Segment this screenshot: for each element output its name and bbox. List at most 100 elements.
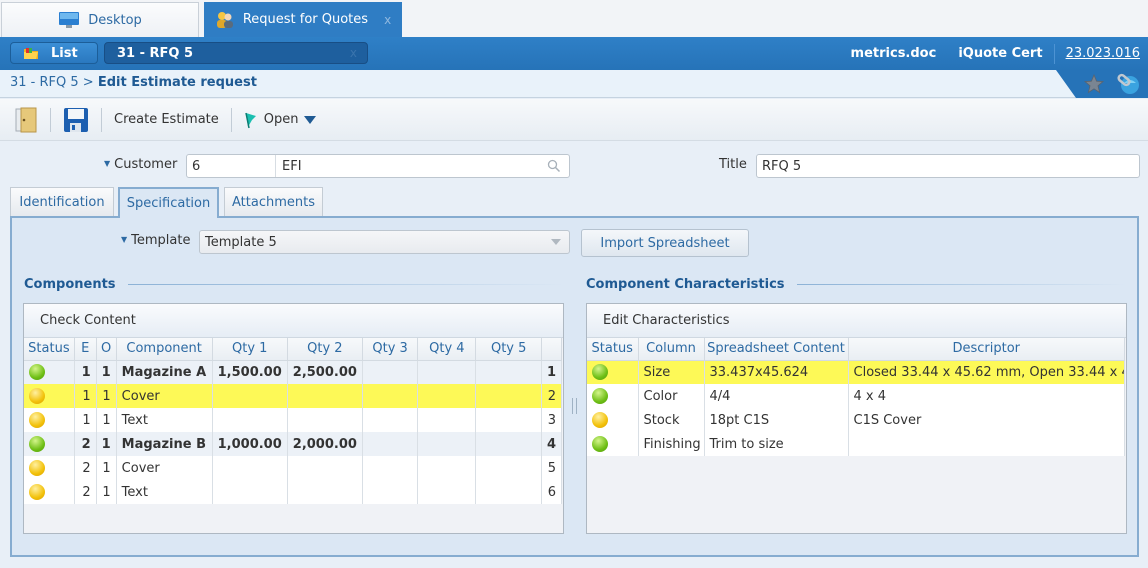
qty4-cell[interactable] xyxy=(417,456,477,480)
component-row[interactable]: 1 1 Magazine A 1,500.00 2,500.00 1 xyxy=(24,360,563,384)
qty5-cell[interactable] xyxy=(475,480,542,504)
column-cell[interactable]: Color xyxy=(638,384,705,408)
customer-field[interactable]: 6 EFI xyxy=(186,154,570,178)
e-cell[interactable]: 1 xyxy=(74,360,97,384)
row-index-cell[interactable]: 1 xyxy=(541,360,563,384)
characteristic-row[interactable]: Stock 18pt C1S C1S Cover xyxy=(587,408,1125,432)
col-qty3[interactable]: Qty 3 xyxy=(362,338,419,361)
descriptor-cell[interactable] xyxy=(848,432,1125,456)
spreadsheet-content-cell[interactable]: 33.437x45.624 xyxy=(704,360,849,384)
col-qty1[interactable]: Qty 1 xyxy=(212,338,288,361)
qty4-cell[interactable] xyxy=(417,408,477,432)
qty5-cell[interactable] xyxy=(475,360,542,384)
o-cell[interactable]: 1 xyxy=(96,384,117,408)
e-cell[interactable]: 2 xyxy=(74,432,97,456)
qty2-cell[interactable]: 2,000.00 xyxy=(287,432,363,456)
col-o[interactable]: O xyxy=(96,338,117,361)
qty2-cell[interactable]: 2,500.00 xyxy=(287,360,363,384)
qty1-cell[interactable]: 1,500.00 xyxy=(212,360,288,384)
tab-identification[interactable]: Identification xyxy=(10,187,114,217)
tab-request-for-quotes[interactable]: Request for Quotes x xyxy=(204,2,402,37)
title-input[interactable]: RFQ 5 xyxy=(756,154,1140,178)
qty3-cell[interactable] xyxy=(362,384,419,408)
version-link[interactable]: 23.023.016 xyxy=(1066,46,1140,61)
tab-attachments[interactable]: Attachments xyxy=(224,187,323,217)
component-row[interactable]: 2 1 Magazine B 1,000.00 2,000.00 4 xyxy=(24,432,563,456)
breadcrumb-parent[interactable]: 31 - RFQ 5 xyxy=(10,75,79,90)
component-cell[interactable]: Cover xyxy=(116,384,213,408)
customer-code-input[interactable]: 6 xyxy=(192,155,276,177)
qty3-cell[interactable] xyxy=(362,360,419,384)
template-select[interactable]: Template 5 xyxy=(199,230,570,254)
qty4-cell[interactable] xyxy=(417,432,477,456)
save-disk-icon[interactable] xyxy=(63,107,89,133)
qty5-cell[interactable] xyxy=(475,432,542,456)
spreadsheet-content-cell[interactable]: 18pt C1S xyxy=(704,408,849,432)
qty1-cell[interactable] xyxy=(212,480,288,504)
qty3-cell[interactable] xyxy=(362,480,419,504)
o-cell[interactable]: 1 xyxy=(96,360,117,384)
metrics-doc-link[interactable]: metrics.doc xyxy=(851,46,937,61)
panel-splitter-handle[interactable] xyxy=(572,398,577,414)
spreadsheet-content-cell[interactable]: 4/4 xyxy=(704,384,849,408)
qty5-cell[interactable] xyxy=(475,384,542,408)
row-index-cell[interactable]: 4 xyxy=(541,432,563,456)
o-cell[interactable]: 1 xyxy=(96,480,117,504)
component-cell[interactable]: Text xyxy=(116,408,213,432)
e-cell[interactable]: 1 xyxy=(74,384,97,408)
tab-specification[interactable]: Specification xyxy=(118,187,219,218)
row-index-cell[interactable]: 2 xyxy=(541,384,563,408)
e-cell[interactable]: 1 xyxy=(74,408,97,432)
qty2-cell[interactable] xyxy=(287,384,363,408)
record-tab[interactable]: 31 - RFQ 5 x xyxy=(104,42,368,64)
component-row[interactable]: 1 1 Cover 2 xyxy=(24,384,563,408)
list-button[interactable]: List xyxy=(10,42,98,64)
col-descriptor[interactable]: Descriptor xyxy=(848,338,1125,361)
qty2-cell[interactable] xyxy=(287,480,363,504)
qty1-cell[interactable] xyxy=(212,384,288,408)
component-row[interactable]: 2 1 Text 6 xyxy=(24,480,563,504)
qty4-cell[interactable] xyxy=(417,480,477,504)
descriptor-cell[interactable]: Closed 33.44 x 45.62 mm, Open 33.44 x 45 xyxy=(848,360,1125,384)
qty4-cell[interactable] xyxy=(417,360,477,384)
qty4-cell[interactable] xyxy=(417,384,477,408)
row-index-cell[interactable]: 5 xyxy=(541,456,563,480)
o-cell[interactable]: 1 xyxy=(96,408,117,432)
favorite-star-icon[interactable] xyxy=(1084,74,1104,94)
component-row[interactable]: 1 1 Text 3 xyxy=(24,408,563,432)
qty5-cell[interactable] xyxy=(475,408,542,432)
iquote-cert-link[interactable]: iQuote Cert xyxy=(958,46,1042,61)
col-qty2[interactable]: Qty 2 xyxy=(287,338,363,361)
column-cell[interactable]: Finishing xyxy=(638,432,705,456)
qty1-cell[interactable]: 1,000.00 xyxy=(212,432,288,456)
characteristic-row[interactable]: Finishing Trim to size xyxy=(587,432,1125,456)
column-cell[interactable]: Stock xyxy=(638,408,705,432)
col-status[interactable]: Status xyxy=(587,338,639,361)
e-cell[interactable]: 2 xyxy=(74,480,97,504)
component-cell[interactable]: Magazine B xyxy=(116,432,213,456)
col-column[interactable]: Column xyxy=(638,338,705,361)
qty1-cell[interactable] xyxy=(212,456,288,480)
col-spreadsheet-content[interactable]: Spreadsheet Content xyxy=(704,338,849,361)
qty2-cell[interactable] xyxy=(287,456,363,480)
import-spreadsheet-button[interactable]: Import Spreadsheet xyxy=(581,229,749,257)
component-cell[interactable]: Cover xyxy=(116,456,213,480)
spreadsheet-content-cell[interactable]: Trim to size xyxy=(704,432,849,456)
component-cell[interactable]: Text xyxy=(116,480,213,504)
row-index-cell[interactable]: 3 xyxy=(541,408,563,432)
open-dropdown-button[interactable]: Open xyxy=(244,111,317,129)
close-record-icon[interactable]: x xyxy=(350,46,357,60)
o-cell[interactable]: 1 xyxy=(96,456,117,480)
col-e[interactable]: E xyxy=(74,338,97,361)
col-status[interactable]: Status xyxy=(24,338,75,361)
component-cell[interactable]: Magazine A xyxy=(116,360,213,384)
check-content-button[interactable]: Check Content xyxy=(24,304,563,338)
e-cell[interactable]: 2 xyxy=(74,456,97,480)
component-row[interactable]: 2 1 Cover 5 xyxy=(24,456,563,480)
col-qty5[interactable]: Qty 5 xyxy=(475,338,542,361)
close-tab-icon[interactable]: x xyxy=(384,13,391,27)
edit-characteristics-button[interactable]: Edit Characteristics xyxy=(587,304,1126,338)
create-estimate-button[interactable]: Create Estimate xyxy=(114,112,219,127)
descriptor-cell[interactable]: C1S Cover xyxy=(848,408,1125,432)
tab-desktop[interactable]: Desktop xyxy=(1,2,199,37)
